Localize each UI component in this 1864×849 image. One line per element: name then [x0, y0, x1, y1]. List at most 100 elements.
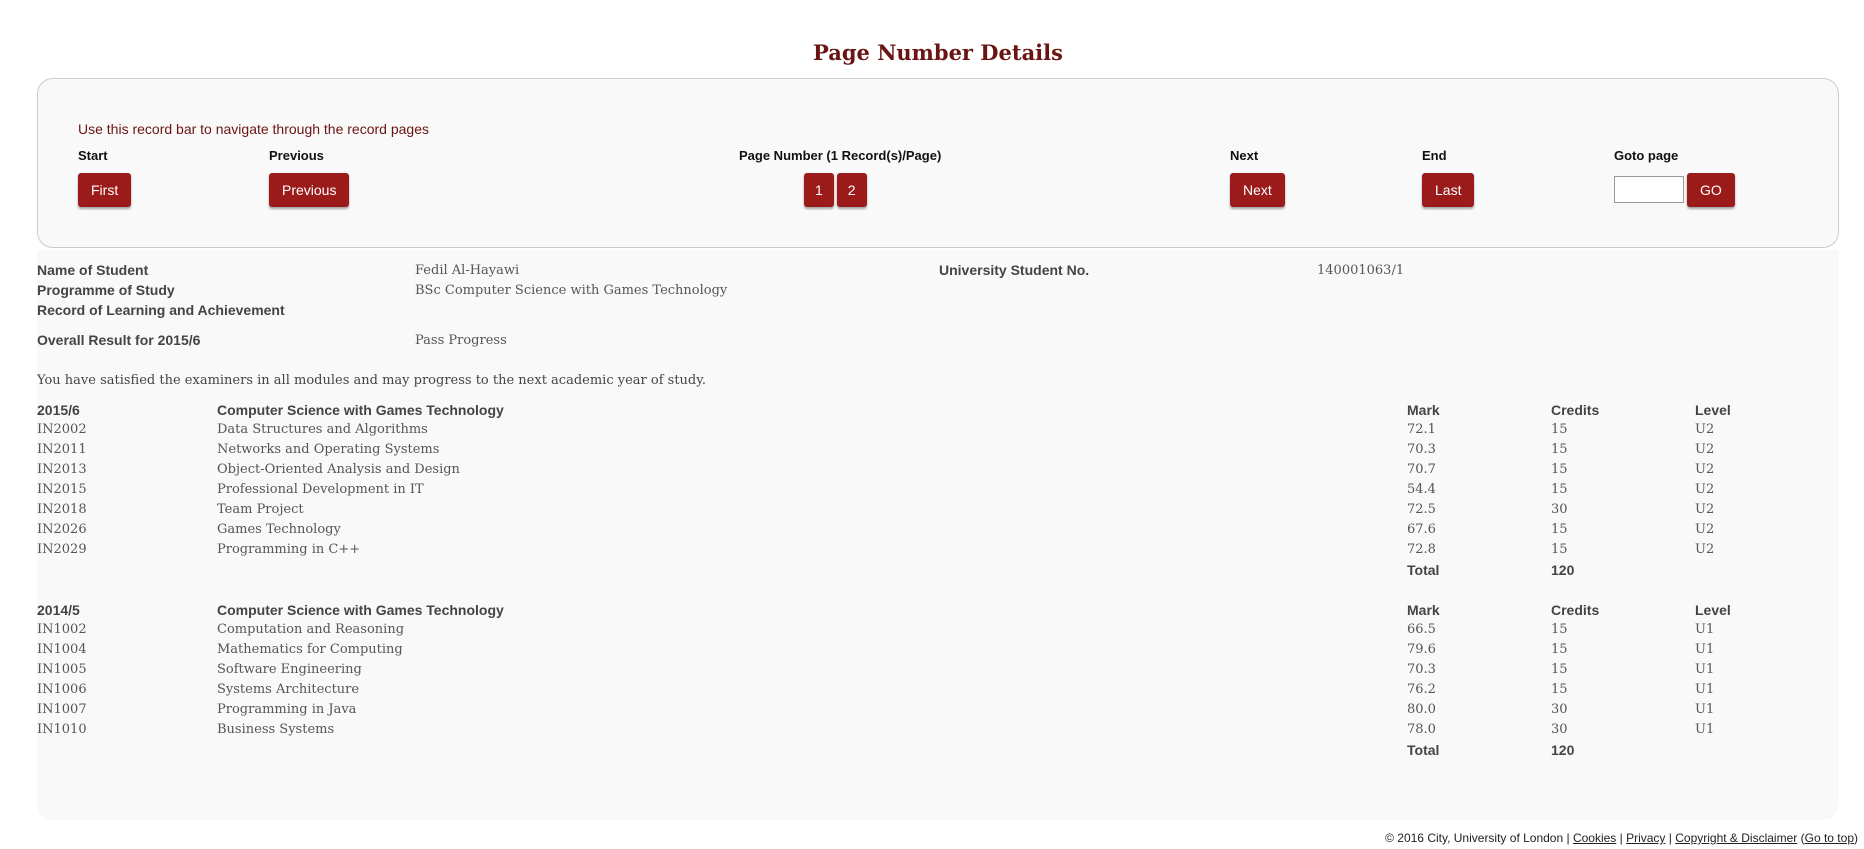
module-mark: 54.4 — [1407, 482, 1436, 497]
module-code: IN1006 — [37, 682, 87, 697]
module-title: Object-Oriented Analysis and Design — [217, 462, 460, 477]
module-credits: 15 — [1551, 522, 1568, 537]
table-row: IN2002 Data Structures and Algorithms 72… — [37, 420, 1839, 440]
module-code: IN2018 — [37, 502, 87, 517]
year-block-2014: 2014/5 Computer Science with Games Techn… — [37, 600, 1839, 760]
module-title: Business Systems — [217, 722, 335, 737]
module-credits: 15 — [1551, 682, 1568, 697]
overall-result-label: Overall Result for 2015/6 — [37, 332, 201, 348]
module-mark: 80.0 — [1407, 702, 1436, 717]
credits-header: Credits — [1551, 402, 1600, 418]
module-level: U2 — [1695, 422, 1715, 437]
table-row: IN2013 Object-Oriented Analysis and Desi… — [37, 460, 1839, 480]
table-row: IN2026 Games Technology 67.6 15 U2 — [37, 520, 1839, 540]
year-header-row: 2014/5 Computer Science with Games Techn… — [37, 600, 1839, 620]
module-title: Networks and Operating Systems — [217, 442, 440, 457]
next-buttons: Next — [1230, 173, 1285, 207]
student-number-label: University Student No. — [939, 262, 1090, 278]
table-row: IN1010 Business Systems 78.0 30 U1 — [37, 720, 1839, 740]
year-label: 2014/5 — [37, 602, 80, 618]
table-row: IN2011 Networks and Operating Systems 70… — [37, 440, 1839, 460]
disclaimer-link[interactable]: Copyright & Disclaimer — [1675, 831, 1797, 845]
page-2-button[interactable]: 2 — [836, 173, 867, 207]
module-code: IN1002 — [37, 622, 87, 637]
total-row: Total 120 — [37, 740, 1839, 760]
module-code: IN2011 — [37, 442, 87, 457]
module-credits: 15 — [1551, 422, 1568, 437]
nav-pages: Page Number (1 Record(s)/Page) 12 — [739, 148, 941, 207]
level-header: Level — [1695, 402, 1731, 418]
module-level: U1 — [1695, 642, 1715, 657]
module-level: U2 — [1695, 462, 1715, 477]
table-row: IN1006 Systems Architecture 76.2 15 U1 — [37, 680, 1839, 700]
mark-header: Mark — [1407, 402, 1440, 418]
page-buttons: 12 — [739, 173, 941, 207]
module-level: U2 — [1695, 542, 1715, 557]
module-level: U1 — [1695, 682, 1715, 697]
last-button[interactable]: Last — [1422, 173, 1475, 207]
footer-paren-open: ( — [1797, 831, 1805, 845]
module-code: IN2013 — [37, 462, 87, 477]
table-row: IN2029 Programming in C++ 72.8 15 U2 — [37, 540, 1839, 560]
module-level: U1 — [1695, 662, 1715, 677]
nav-start: Start First — [78, 148, 132, 207]
module-title: Computation and Reasoning — [217, 622, 405, 637]
module-mark: 72.8 — [1407, 542, 1436, 557]
footer-paren-close: ) — [1854, 831, 1858, 845]
module-mark: 72.5 — [1407, 502, 1436, 517]
table-row: IN2015 Professional Development in IT 54… — [37, 480, 1839, 500]
module-title: Mathematics for Computing — [217, 642, 403, 657]
goto-page-input[interactable] — [1614, 176, 1684, 203]
module-level: U1 — [1695, 702, 1715, 717]
module-level: U1 — [1695, 722, 1715, 737]
record-label: Record of Learning and Achievement — [37, 302, 285, 318]
total-credits: 120 — [1551, 742, 1575, 758]
start-buttons: First — [78, 173, 132, 207]
module-mark: 70.7 — [1407, 462, 1436, 477]
module-mark: 70.3 — [1407, 442, 1436, 457]
student-number-value: 140001063/1 — [1317, 263, 1405, 278]
module-credits: 15 — [1551, 482, 1568, 497]
goto-label: Goto page — [1614, 148, 1679, 163]
previous-button[interactable]: Previous — [269, 173, 350, 207]
module-credits: 30 — [1551, 702, 1568, 717]
record-bar-intro: Use this record bar to navigate through … — [78, 121, 429, 137]
programme-value: BSc Computer Science with Games Technolo… — [415, 283, 728, 298]
year-header-row: 2015/6 Computer Science with Games Techn… — [37, 400, 1839, 420]
page-1-button[interactable]: 1 — [804, 173, 834, 207]
table-row: IN1007 Programming in Java 80.0 30 U1 — [37, 700, 1839, 720]
footer-separator: | — [1665, 831, 1676, 845]
nav-next: Next Next — [1230, 148, 1285, 207]
module-mark: 67.6 — [1407, 522, 1436, 537]
module-level: U2 — [1695, 502, 1715, 517]
goto-controls: GO — [1614, 173, 1735, 207]
module-title: Programming in C++ — [217, 542, 361, 557]
total-label: Total — [1407, 562, 1440, 578]
first-button[interactable]: First — [78, 173, 132, 207]
module-title: Systems Architecture — [217, 682, 360, 697]
module-mark: 72.1 — [1407, 422, 1436, 437]
nav-goto: Goto page GO — [1614, 148, 1735, 207]
table-row: IN1004 Mathematics for Computing 79.6 15… — [37, 640, 1839, 660]
previous-label: Previous — [269, 148, 324, 163]
page-number-label: Page Number (1 Record(s)/Page) — [739, 148, 942, 163]
footer-separator: | — [1616, 831, 1627, 845]
module-level: U2 — [1695, 522, 1715, 537]
go-to-top-link[interactable]: Go to top — [1805, 831, 1854, 845]
start-label: Start — [78, 148, 108, 163]
module-level: U2 — [1695, 482, 1715, 497]
go-button[interactable]: GO — [1687, 173, 1735, 207]
overall-result-value: Pass Progress — [415, 333, 507, 348]
student-name-label: Name of Student — [37, 262, 149, 278]
year-label: 2015/6 — [37, 402, 80, 418]
page-title: Page Number Details — [813, 40, 1063, 65]
module-level: U1 — [1695, 622, 1715, 637]
cookies-link[interactable]: Cookies — [1573, 831, 1616, 845]
module-code: IN2026 — [37, 522, 87, 537]
year-programme: Computer Science with Games Technology — [217, 602, 504, 618]
total-credits: 120 — [1551, 562, 1575, 578]
module-mark: 76.2 — [1407, 682, 1436, 697]
privacy-link[interactable]: Privacy — [1626, 831, 1665, 845]
year-programme: Computer Science with Games Technology — [217, 402, 504, 418]
next-button[interactable]: Next — [1230, 173, 1285, 207]
